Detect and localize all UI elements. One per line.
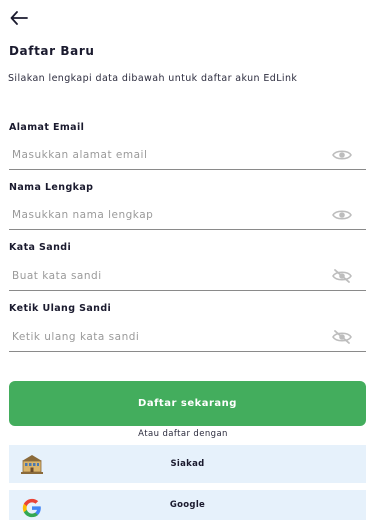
full-name-label: Nama Lengkap — [9, 182, 94, 193]
siakad-button-label: Siakad — [170, 459, 205, 469]
page-title: Daftar Baru — [9, 44, 95, 58]
password-field — [9, 262, 366, 291]
google-button-label: Google — [169, 500, 206, 510]
register-button-label: Daftar sekarang — [138, 398, 237, 409]
confirm-password-field — [9, 323, 366, 352]
back-button[interactable] — [6, 7, 32, 29]
eye-icon[interactable] — [332, 207, 352, 223]
building-icon — [21, 455, 43, 474]
alt-register-text: Atau daftar dengan — [138, 429, 228, 439]
confirm-password-label: Ketik Ulang Sandi — [9, 303, 112, 314]
password-label: Kata Sandi — [9, 242, 72, 253]
eye-off-icon[interactable] — [332, 329, 352, 345]
email-field — [9, 141, 366, 170]
siakad-button[interactable]: Siakad — [9, 445, 366, 483]
eye-icon[interactable] — [332, 147, 352, 163]
password-input[interactable] — [12, 266, 312, 286]
confirm-password-input[interactable] — [12, 327, 312, 347]
register-button[interactable]: Daftar sekarang — [9, 381, 366, 426]
full-name-input[interactable] — [12, 205, 312, 225]
full-name-field — [9, 201, 366, 230]
email-input[interactable] — [12, 145, 312, 165]
eye-off-icon[interactable] — [332, 268, 352, 284]
email-label: Alamat Email — [9, 122, 85, 133]
arrow-left-icon — [10, 11, 28, 25]
page-subtitle: Silakan lengkapi data dibawah untuk daft… — [8, 73, 298, 84]
